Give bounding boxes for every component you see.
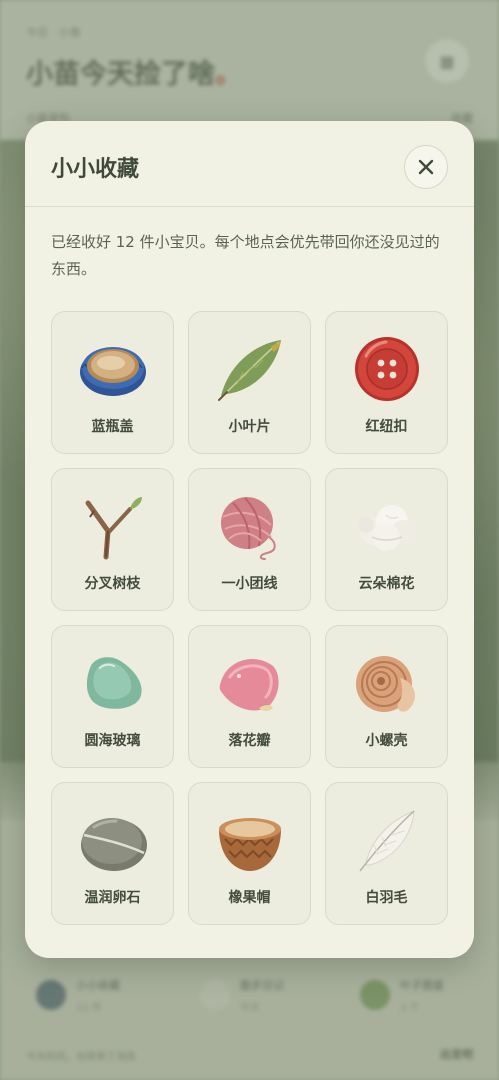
collection-item-label: 蓝瓶盖 [91, 419, 134, 435]
leaf-icon [218, 340, 281, 401]
bottle-cap-icon [80, 347, 146, 396]
collection-modal: 小小收藏 已经收好 12 件小宝贝。每个地点会优先带回你还没见过的东西。 蓝瓶盖 [25, 121, 474, 958]
snail-shell-icon [356, 656, 415, 712]
collection-item[interactable]: 落花瓣 [188, 625, 311, 768]
collection-item-label: 小螺壳 [365, 733, 408, 749]
modal-header: 小小收藏 [25, 121, 474, 207]
collection-item[interactable]: 温润卵石 [51, 782, 174, 925]
collection-item-label: 圆海玻璃 [84, 733, 141, 749]
collection-item[interactable]: 红纽扣 [325, 311, 448, 454]
collection-item-label: 温润卵石 [84, 890, 141, 906]
collection-item[interactable]: 蓝瓶盖 [51, 311, 174, 454]
yarn-ball-icon [221, 497, 276, 560]
cotton-icon [358, 505, 417, 551]
collection-item-label: 红纽扣 [365, 419, 408, 435]
modal-description: 已经收好 12 件小宝贝。每个地点会优先带回你还没见过的东西。 [51, 233, 440, 278]
collection-item-label: 橡果帽 [228, 890, 271, 906]
collection-item[interactable]: 圆海玻璃 [51, 625, 174, 768]
collection-item[interactable]: 分叉树枝 [51, 468, 174, 611]
sea-glass-icon [86, 657, 142, 709]
forked-twig-icon [85, 497, 142, 560]
collection-item[interactable]: 云朵棉花 [325, 468, 448, 611]
red-button-icon [355, 337, 419, 401]
collection-item-label: 落花瓣 [228, 733, 271, 749]
collection-item-label: 分叉树枝 [84, 576, 141, 592]
collection-item-label: 一小团线 [221, 576, 278, 592]
collection-item[interactable]: 橡果帽 [188, 782, 311, 925]
feather-icon [359, 810, 415, 872]
collection-item[interactable]: 小叶片 [188, 311, 311, 454]
close-icon [418, 159, 434, 175]
collection-item[interactable]: 小螺壳 [325, 625, 448, 768]
collection-grid: 蓝瓶盖 小叶片 红纽扣 分叉树枝 一小团线 云朵棉花 圆海玻璃 落花瓣 小螺壳 … [51, 311, 448, 925]
pebble-icon [81, 818, 147, 871]
collection-item[interactable]: 白羽毛 [325, 782, 448, 925]
acorn-cap-icon [219, 818, 281, 871]
collection-item-label: 小叶片 [228, 419, 271, 435]
petal-icon [219, 659, 279, 711]
collection-item-label: 白羽毛 [365, 890, 408, 906]
modal-title: 小小收藏 [51, 157, 140, 182]
close-button[interactable] [404, 145, 448, 189]
collection-item[interactable]: 一小团线 [188, 468, 311, 611]
collection-item-label: 云朵棉花 [358, 576, 415, 592]
